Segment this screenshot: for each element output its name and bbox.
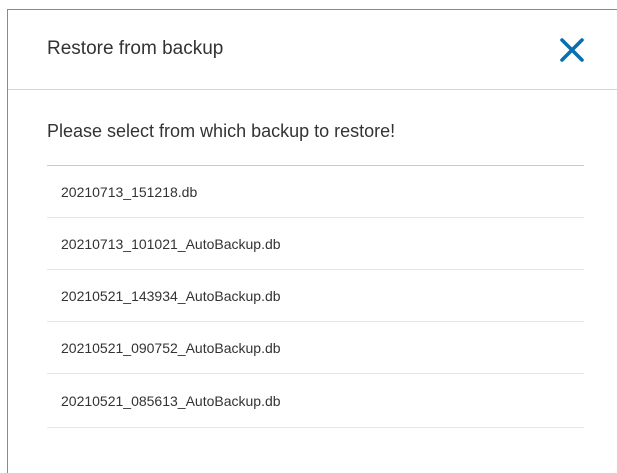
backup-item[interactable]: 20210521_085613_AutoBackup.db	[47, 374, 584, 428]
backup-item[interactable]: 20210521_143934_AutoBackup.db	[47, 270, 584, 322]
dialog-title: Restore from backup	[47, 38, 224, 59]
close-icon	[560, 38, 584, 62]
backup-list: 20210713_151218.db 20210713_101021_AutoB…	[47, 165, 584, 428]
restore-prompt: Please select from which backup to resto…	[47, 121, 396, 141]
close-button[interactable]	[559, 37, 585, 63]
restore-dialog: Restore from backup Please select from w…	[7, 9, 617, 473]
background-page	[0, 0, 617, 9]
backup-item[interactable]: 20210521_090752_AutoBackup.db	[47, 322, 584, 374]
dialog-header: Restore from backup	[8, 10, 617, 90]
backup-item[interactable]: 20210713_101021_AutoBackup.db	[47, 218, 584, 270]
backup-item[interactable]: 20210713_151218.db	[47, 166, 584, 218]
